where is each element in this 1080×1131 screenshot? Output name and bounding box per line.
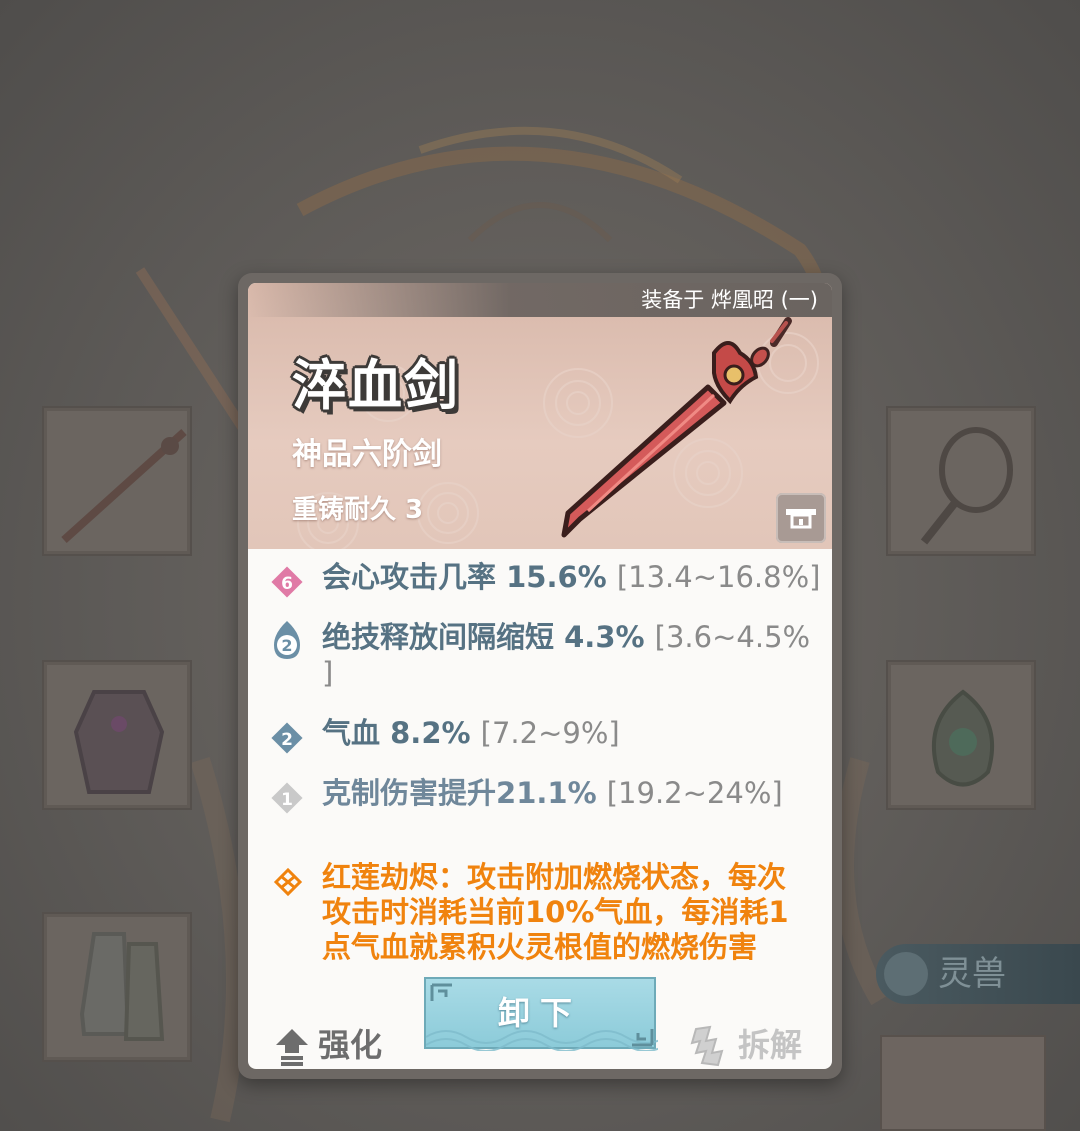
blood-sword-icon <box>561 317 792 538</box>
stat-range: [3.6~4.5% <box>654 620 811 654</box>
stat-rank: 2 <box>281 730 293 750</box>
lock-button[interactable] <box>776 493 826 543</box>
item-detail-popup: 装备于 烨凰昭 (一) 淬血剑 神品六阶剑 重铸耐久 3 6 会心攻击几率 15… <box>238 273 842 1079</box>
equipment-slot-mirror[interactable] <box>886 406 1036 556</box>
equipment-slot-boots[interactable] <box>42 912 192 1062</box>
sword-icon <box>61 429 187 543</box>
unequip-label: 卸下 <box>497 994 582 1032</box>
stat-name: 绝技释放间隔缩短 <box>322 620 555 654</box>
equipped-on-label: 装备于 烨凰昭 (一) <box>248 283 832 317</box>
equipment-slot-extra[interactable] <box>880 1035 1046 1131</box>
action-bar: 强化 卸下 拆解 <box>248 977 832 1069</box>
rank-1-badge-icon: 1 <box>271 782 303 814</box>
item-name: 淬血剑 <box>292 353 460 417</box>
dismantle-label: 拆解 <box>738 1026 803 1064</box>
stat-rank: 1 <box>281 790 293 810</box>
stat-range: [19.2~24%] <box>606 776 783 810</box>
dismantle-button[interactable]: 拆解 <box>688 1023 802 1067</box>
spirit-beast-icon <box>884 952 928 996</box>
fire-lotus-icon <box>273 867 303 897</box>
mirror-icon <box>920 427 1013 545</box>
armor-icon <box>73 690 165 794</box>
spirit-beast-button[interactable]: 灵兽 <box>876 944 1080 1004</box>
stat-value: 21.1% <box>496 776 597 810</box>
boots-icon <box>79 932 165 1041</box>
stat-value: 4.3% <box>564 620 645 654</box>
stat-rank: 2 <box>281 636 292 655</box>
stat-rank: 6 <box>281 574 293 594</box>
stat-value: 15.6% <box>506 560 607 594</box>
stat-range: [7.2~9%] <box>480 716 620 750</box>
special-line-3: 点气血就累积火灵根值的燃烧伤害 <box>322 930 758 964</box>
enhance-label: 强化 <box>318 1026 383 1064</box>
equipment-slot-weapon[interactable] <box>42 406 192 556</box>
special-line-1: 红莲劫烬：攻击附加燃烧状态，每次 <box>322 860 787 894</box>
lock-icon <box>786 509 816 529</box>
stat-value: 8.2% <box>390 716 471 750</box>
equipment-slot-armor[interactable] <box>42 660 192 810</box>
item-header: 装备于 烨凰昭 (一) 淬血剑 神品六阶剑 重铸耐久 3 <box>248 283 832 549</box>
stat-name: 克制伤害提升 <box>322 776 497 810</box>
shatter-icon <box>690 1025 724 1067</box>
stat-range: [13.4~16.8%] <box>616 560 821 594</box>
equipment-slot-amulet[interactable] <box>886 660 1036 810</box>
enhance-button[interactable]: 强化 <box>272 1023 382 1067</box>
spirit-beast-label: 灵兽 <box>938 954 1006 994</box>
unequip-button[interactable]: 卸下 <box>424 977 658 1051</box>
item-grade: 神品六阶剑 <box>292 437 442 472</box>
arrow-up-icon <box>276 1029 308 1066</box>
item-detail-panel: 装备于 烨凰昭 (一) 淬血剑 神品六阶剑 重铸耐久 3 6 会心攻击几率 15… <box>248 283 832 1069</box>
special-line-2: 攻击时消耗当前10%气血，每消耗1 <box>322 895 789 929</box>
amulet-icon <box>931 689 995 787</box>
rank-2-flame-badge-icon: 2 <box>274 621 300 659</box>
stat-name: 会心攻击几率 <box>322 560 497 594</box>
rank-2-badge-icon: 2 <box>271 722 303 754</box>
item-durability: 重铸耐久 3 <box>292 495 424 525</box>
stat-name: 气血 <box>322 716 381 750</box>
stat-range-wrap: ] <box>322 656 334 690</box>
rank-6-badge-icon: 6 <box>271 566 303 598</box>
